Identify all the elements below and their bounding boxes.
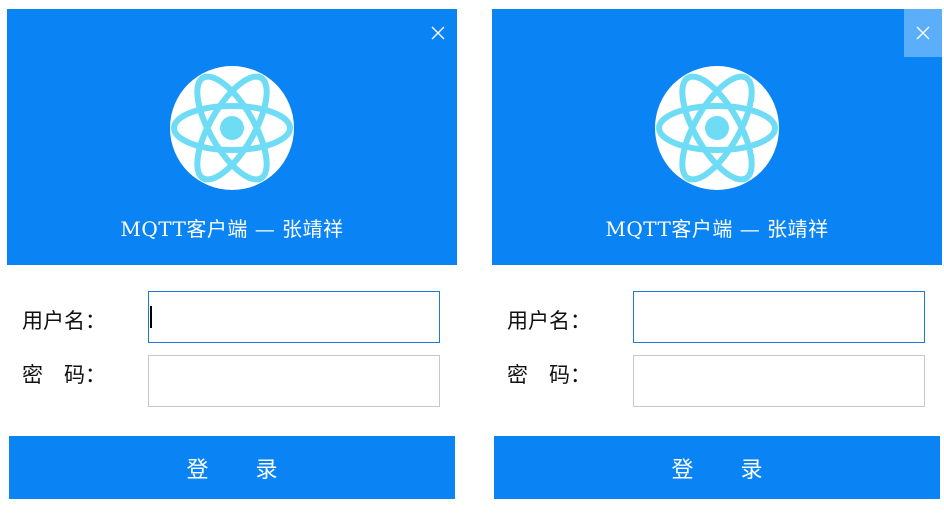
login-window: MQTT客户端 — 张靖祥 用户名： 密 码： 登 录 bbox=[492, 9, 942, 509]
password-label: 密 码： bbox=[22, 363, 106, 387]
password-label: 密 码： bbox=[507, 363, 591, 387]
header-banner: MQTT客户端 — 张靖祥 bbox=[492, 9, 942, 265]
atom-icon bbox=[655, 66, 779, 190]
username-input[interactable] bbox=[148, 291, 440, 343]
app-title: MQTT客户端 — 张靖祥 bbox=[120, 217, 344, 241]
close-button[interactable] bbox=[419, 9, 457, 57]
login-button[interactable]: 登 录 bbox=[9, 436, 455, 499]
close-icon bbox=[431, 26, 445, 40]
username-label: 用户名： bbox=[507, 309, 591, 333]
username-label: 用户名： bbox=[22, 309, 106, 333]
login-window: MQTT客户端 — 张靖祥 用户名： 密 码： 登 录 bbox=[7, 9, 457, 509]
atom-icon bbox=[170, 66, 294, 190]
close-button[interactable] bbox=[904, 9, 942, 57]
login-button[interactable]: 登 录 bbox=[494, 436, 940, 499]
close-icon bbox=[916, 26, 930, 40]
header-banner: MQTT客户端 — 张靖祥 bbox=[7, 9, 457, 265]
text-caret bbox=[150, 306, 152, 328]
password-input[interactable] bbox=[633, 355, 925, 407]
password-input[interactable] bbox=[148, 355, 440, 407]
username-input[interactable] bbox=[633, 291, 925, 343]
app-title: MQTT客户端 — 张靖祥 bbox=[605, 217, 829, 241]
